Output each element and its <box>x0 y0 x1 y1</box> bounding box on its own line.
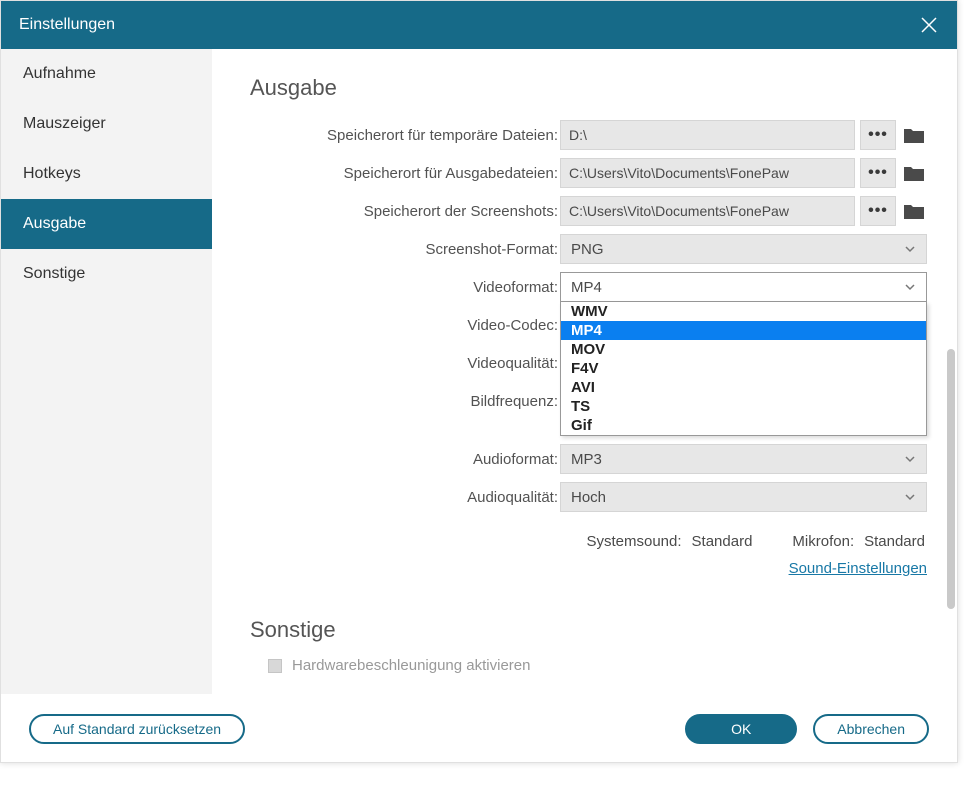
hw-accel-label: Hardwarebeschleunigung aktivieren <box>292 657 530 674</box>
browse-output-button[interactable]: ••• <box>860 158 896 188</box>
chevron-down-icon <box>904 281 916 293</box>
window-title: Einstellungen <box>19 16 919 34</box>
audio-info-row: Systemsound: Standard Mikrofon: Standard <box>250 533 927 550</box>
sidebar-item-label: Hotkeys <box>23 165 81 183</box>
chevron-down-icon <box>904 453 916 465</box>
close-icon[interactable] <box>919 15 939 35</box>
select-value: MP3 <box>571 451 602 468</box>
browse-temp-button[interactable]: ••• <box>860 120 896 150</box>
video-format-select[interactable]: MP4 <box>560 272 927 302</box>
dropdown-option-mp4[interactable]: MP4 <box>561 321 926 340</box>
sidebar-item-ausgabe[interactable]: Ausgabe <box>1 199 212 249</box>
sidebar-item-sonstige[interactable]: Sonstige <box>1 249 212 299</box>
label-framerate: Bildfrequenz: <box>250 393 560 410</box>
audio-format-select[interactable]: MP3 <box>560 444 927 474</box>
browse-screenshot-button[interactable]: ••• <box>860 196 896 226</box>
sidebar-item-hotkeys[interactable]: Hotkeys <box>1 149 212 199</box>
screenshot-format-select[interactable]: PNG <box>560 234 927 264</box>
button-label: Auf Standard zurücksetzen <box>53 721 221 737</box>
screenshot-path-field[interactable]: C:\Users\Vito\Documents\FonePaw <box>560 196 855 226</box>
cancel-button[interactable]: Abbrechen <box>813 714 929 744</box>
sidebar-item-label: Ausgabe <box>23 215 86 233</box>
button-label: Abbrechen <box>837 721 905 737</box>
sidebar-item-mauszeiger[interactable]: Mauszeiger <box>1 99 212 149</box>
select-value: MP4 <box>571 279 602 296</box>
microphone-label: Mikrofon: <box>792 533 854 550</box>
label-video-format: Videoformat: <box>250 279 560 296</box>
sound-settings-link[interactable]: Sound-Einstellungen <box>789 560 927 577</box>
label-output-path: Speicherort für Ausgabedateien: <box>250 165 560 182</box>
label-temp-path: Speicherort für temporäre Dateien: <box>250 127 560 144</box>
label-video-quality: Videoqualität: <box>250 355 560 372</box>
audio-quality-select[interactable]: Hoch <box>560 482 927 512</box>
row-output-path: Speicherort für Ausgabedateien: C:\Users… <box>250 157 927 189</box>
dropdown-option-gif[interactable]: Gif <box>561 416 926 435</box>
row-audio-format: Audioformat: MP3 <box>250 443 927 475</box>
settings-window: Einstellungen Aufnahme Mauszeiger Hotkey… <box>0 0 958 763</box>
folder-open-icon[interactable] <box>901 158 927 188</box>
ok-button[interactable]: OK <box>685 714 797 744</box>
button-label: OK <box>731 721 751 737</box>
dropdown-option-wmv[interactable]: WMV <box>561 302 926 321</box>
chevron-down-icon <box>904 243 916 255</box>
folder-open-icon[interactable] <box>901 196 927 226</box>
sidebar-item-label: Mauszeiger <box>23 115 106 133</box>
dropdown-option-mov[interactable]: MOV <box>561 340 926 359</box>
label-screenshot-path: Speicherort der Screenshots: <box>250 203 560 220</box>
row-video-format: Videoformat: MP4 WMV MP4 MOV F4V <box>250 271 927 303</box>
systemsound-value: Standard <box>692 533 753 550</box>
row-screenshot-format: Screenshot-Format: PNG <box>250 233 927 265</box>
sidebar-item-label: Aufnahme <box>23 65 96 83</box>
row-screenshot-path: Speicherort der Screenshots: C:\Users\Vi… <box>250 195 927 227</box>
label-screenshot-format: Screenshot-Format: <box>250 241 560 258</box>
row-hw-accel: Hardwarebeschleunigung aktivieren <box>250 657 927 674</box>
row-temp-path: Speicherort für temporäre Dateien: D:\ •… <box>250 119 927 151</box>
body-pane: Aufnahme Mauszeiger Hotkeys Ausgabe Sons… <box>1 49 957 694</box>
folder-open-icon[interactable] <box>901 120 927 150</box>
hw-accel-checkbox[interactable] <box>268 659 282 673</box>
select-value: PNG <box>571 241 604 258</box>
row-audio-quality: Audioqualität: Hoch <box>250 481 927 513</box>
select-value: Hoch <box>571 489 606 506</box>
output-path-field[interactable]: C:\Users\Vito\Documents\FonePaw <box>560 158 855 188</box>
scrollbar-thumb[interactable] <box>947 349 955 609</box>
systemsound-label: Systemsound: <box>586 533 681 550</box>
temp-path-field[interactable]: D:\ <box>560 120 855 150</box>
titlebar: Einstellungen <box>1 1 957 49</box>
sidebar-item-label: Sonstige <box>23 265 85 283</box>
content-pane: Ausgabe Speicherort für temporäre Dateie… <box>212 49 957 694</box>
reset-defaults-button[interactable]: Auf Standard zurücksetzen <box>29 714 245 744</box>
section-title-ausgabe: Ausgabe <box>250 75 927 101</box>
dropdown-option-avi[interactable]: AVI <box>561 378 926 397</box>
footer: Auf Standard zurücksetzen OK Abbrechen <box>1 694 957 762</box>
dropdown-option-ts[interactable]: TS <box>561 397 926 416</box>
label-audio-format: Audioformat: <box>250 451 560 468</box>
chevron-down-icon <box>904 491 916 503</box>
sidebar: Aufnahme Mauszeiger Hotkeys Ausgabe Sons… <box>1 49 212 694</box>
dropdown-option-f4v[interactable]: F4V <box>561 359 926 378</box>
microphone-value: Standard <box>864 533 925 550</box>
label-audio-quality: Audioqualität: <box>250 489 560 506</box>
section-title-sonstige: Sonstige <box>250 617 927 643</box>
video-format-dropdown: WMV MP4 MOV F4V AVI TS Gif <box>560 302 927 436</box>
sidebar-item-aufnahme[interactable]: Aufnahme <box>1 49 212 99</box>
label-video-codec: Video-Codec: <box>250 317 560 334</box>
